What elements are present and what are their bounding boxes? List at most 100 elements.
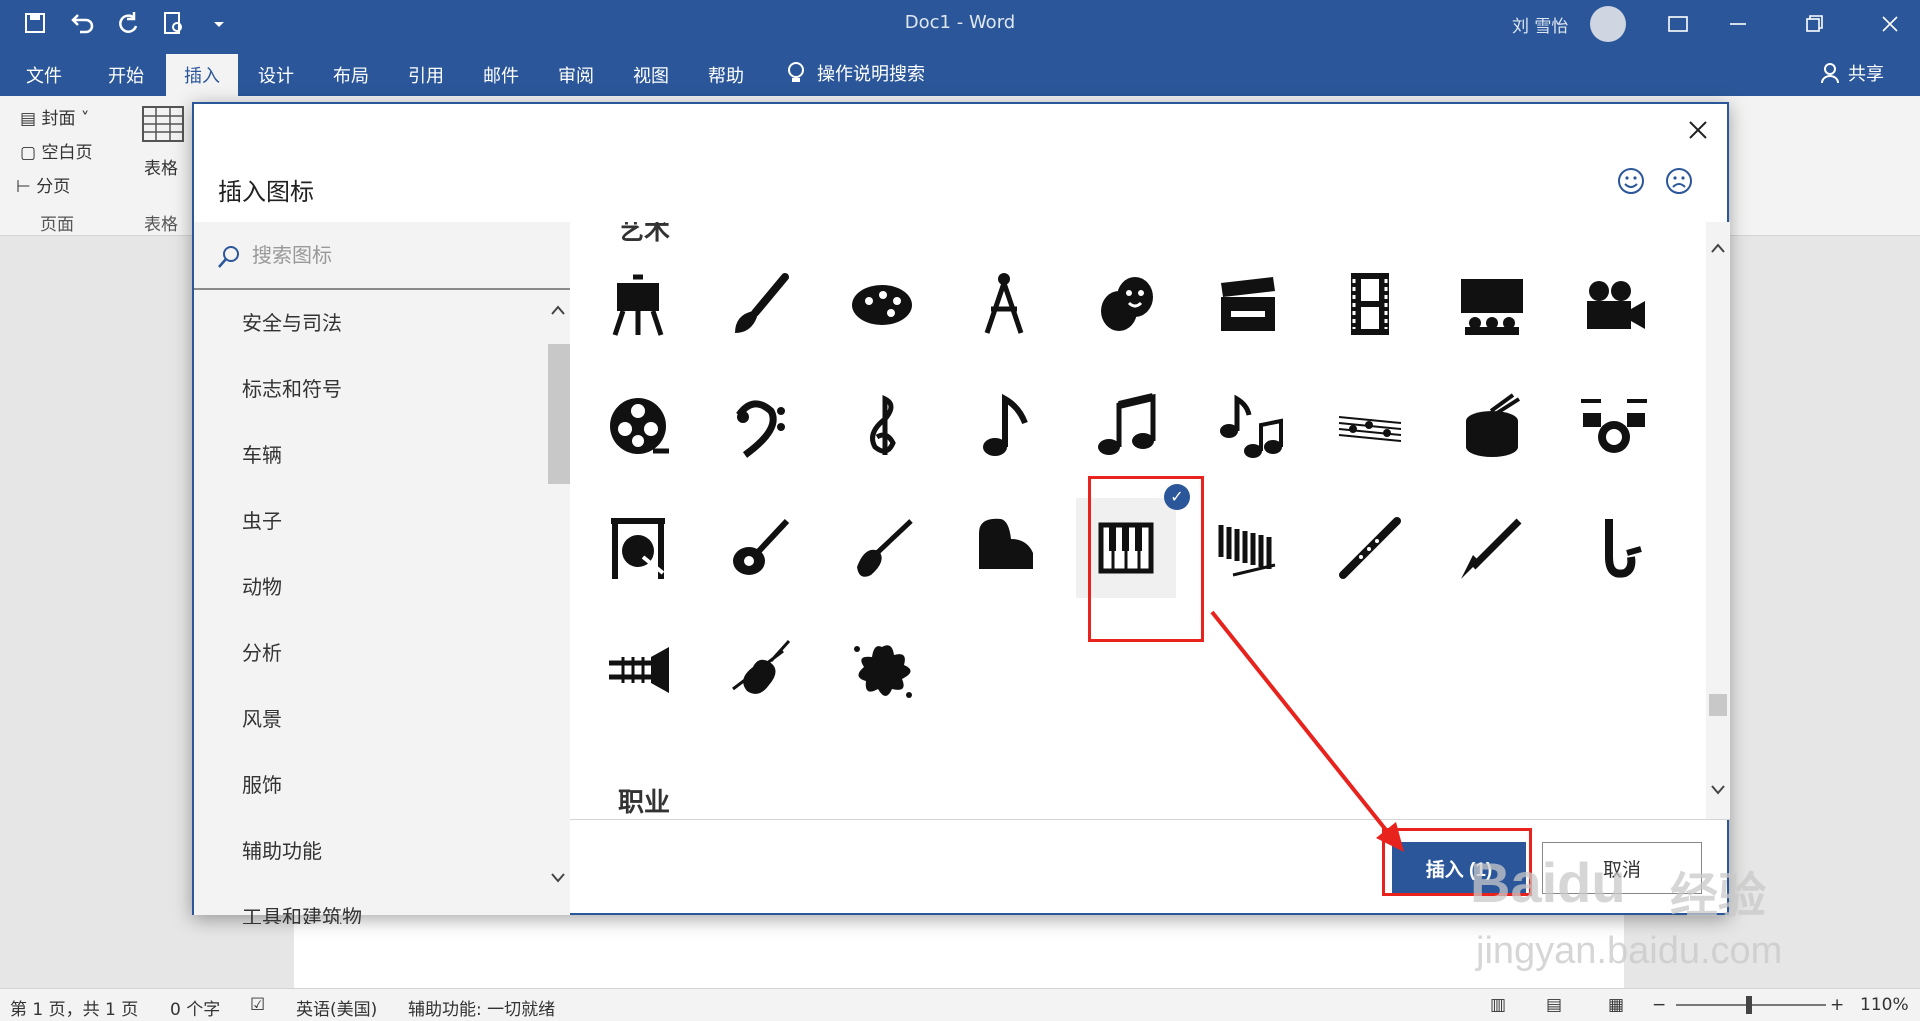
clapperboard-icon-tile[interactable] [1198,254,1298,354]
frown-feedback-icon[interactable] [1664,166,1694,196]
eighth-note-icon-tile[interactable] [954,376,1054,476]
trumpet-icon-tile[interactable] [588,620,688,720]
share-button[interactable]: 共享 [1820,60,1884,86]
page-icon: ▤ [20,109,42,129]
icon-grid-scrollbar[interactable] [1706,222,1730,819]
zoom-in-icon[interactable]: + [1830,995,1844,1015]
cover-page-button[interactable]: ▤ 封面 ˅ [20,104,89,129]
theater-masks-icon-tile[interactable] [1076,254,1176,354]
palette-icon-tile[interactable] [832,254,932,354]
chevron-up-icon[interactable] [1710,242,1726,254]
drum-icon [1466,393,1521,457]
tab-insert[interactable]: 插入 [166,54,238,96]
print-layout-icon[interactable]: ▤ [1546,995,1562,1015]
category-scroll-thumb[interactable] [548,344,570,484]
sheet-music-icon-tile[interactable] [1320,376,1420,476]
drum-icon-tile[interactable] [1442,376,1542,476]
smile-feedback-icon[interactable] [1616,166,1646,196]
zoom-level[interactable]: 110% [1860,995,1909,1015]
accessibility-status[interactable]: 辅助功能: 一切就绪 [408,995,555,1020]
table-button[interactable]: 表格 [144,154,178,179]
word-count[interactable]: 0 个字 [170,995,220,1020]
proofing-icon[interactable]: ☑ [250,995,265,1015]
beamed-notes-icon-tile[interactable] [1076,376,1176,476]
electric-guitar-icon [857,519,913,577]
movie-camera-icon-tile[interactable] [1564,254,1664,354]
footer-divider [570,819,1729,820]
paintbrush-icon [735,273,789,333]
clarinet-icon-tile[interactable] [1442,498,1542,598]
treble-clef-icon-tile[interactable] [832,376,932,476]
tab-home[interactable]: 开始 [108,62,144,88]
chevron-down-icon[interactable] [550,872,566,884]
tab-view[interactable]: 视图 [633,62,669,88]
category-item[interactable]: 动物 [194,554,544,620]
tab-references[interactable]: 引用 [408,62,444,88]
beamed-notes-icon [1098,393,1156,455]
acoustic-guitar-icon-tile[interactable] [710,498,810,598]
ribbon-display-icon[interactable] [1664,10,1692,38]
electric-guitar-icon-tile[interactable] [832,498,932,598]
music-notes-icon-tile[interactable] [1198,376,1298,476]
tab-review[interactable]: 审阅 [558,62,594,88]
category-list: 安全与司法 标志和符号 车辆 虫子 动物 分析 风景 服饰 辅助功能 工具和建筑… [194,290,544,924]
search-input[interactable] [252,240,552,272]
language[interactable]: 英语(美国) [296,995,377,1020]
tab-file[interactable]: 文件 [26,62,62,88]
search-icon [218,246,239,268]
grand-piano-icon-tile[interactable] [954,498,1054,598]
gong-icon-tile[interactable] [588,498,688,598]
drum-kit-icon-tile[interactable] [1564,376,1664,476]
easel-icon-tile[interactable] [588,254,688,354]
minimize-icon[interactable] [1724,10,1752,38]
category-item[interactable]: 车辆 [194,422,544,488]
eighth-note-icon [983,393,1028,456]
zoom-out-icon[interactable]: − [1652,995,1666,1015]
category-item[interactable]: 安全与司法 [194,290,544,356]
grand-piano-icon [979,518,1033,572]
title-bar: Doc1 - Word 刘 雪怡 [0,0,1920,48]
icon-grid-scroll-thumb[interactable] [1709,694,1727,716]
read-mode-icon[interactable]: ▥ [1490,995,1506,1015]
bass-clef-icon-tile[interactable] [710,376,810,476]
category-item[interactable]: 工具和建筑物 [194,884,544,924]
film-strip-icon-tile[interactable] [1320,254,1420,354]
category-item[interactable]: 服饰 [194,752,544,818]
film-reel-icon-tile[interactable] [588,376,688,476]
blank-page-button[interactable]: ▢ 空白页 [20,138,92,163]
compass-icon-tile[interactable] [954,254,1054,354]
table-grid-icon[interactable] [142,106,184,142]
treble-clef-icon [870,394,896,455]
xylophone-icon-tile[interactable] [1198,498,1298,598]
tab-help[interactable]: 帮助 [708,62,744,88]
tell-me-search[interactable]: 操作说明搜索 [785,60,925,86]
saxophone-icon-tile[interactable] [1564,498,1664,598]
zoom-thumb[interactable] [1746,996,1752,1014]
category-item[interactable]: 风景 [194,686,544,752]
category-item[interactable]: 标志和符号 [194,356,544,422]
chevron-up-icon[interactable] [550,304,566,316]
theater-audience-icon-tile[interactable] [1442,254,1542,354]
page-count[interactable]: 第 1 页，共 1 页 [10,995,138,1020]
close-window-icon[interactable] [1876,10,1904,38]
flute-icon-tile[interactable] [1320,498,1420,598]
page-break-button[interactable]: ⊢ 分页 [16,172,70,197]
user-name: 刘 雪怡 [1512,17,1569,37]
avatar[interactable] [1590,6,1626,42]
paint-splat-icon-tile[interactable] [832,620,932,720]
close-icon[interactable] [1684,116,1712,144]
paintbrush-icon-tile[interactable] [710,254,810,354]
bass-clef-icon [736,400,785,458]
category-item[interactable]: 虫子 [194,488,544,554]
group-pages-label: 页面 [40,215,74,235]
tab-mailings[interactable]: 邮件 [483,62,519,88]
violin-icon-tile[interactable] [710,620,810,720]
tab-layout[interactable]: 布局 [333,62,369,88]
category-item[interactable]: 辅助功能 [194,818,544,884]
tab-design[interactable]: 设计 [258,62,294,88]
restore-icon[interactable] [1800,10,1828,38]
category-item[interactable]: 分析 [194,620,544,686]
person-icon [1821,63,1839,84]
chevron-down-icon[interactable] [1710,784,1726,796]
web-layout-icon[interactable]: ▦ [1608,995,1624,1015]
